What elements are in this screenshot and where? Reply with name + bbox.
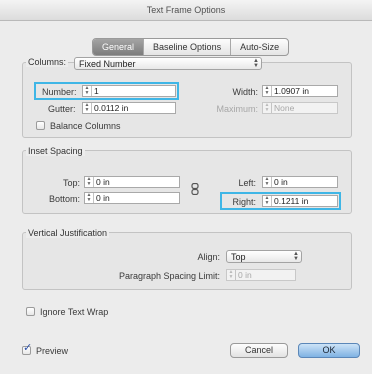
ok-button[interactable]: OK [298,343,360,358]
paragraph-spacing-label: Paragraph Spacing Limit: [118,271,220,281]
bottom-value: 0 in [96,193,110,203]
ignore-text-wrap-label: Ignore Text Wrap [40,307,109,317]
top-label: Top: [62,178,80,188]
width-value: 1.0907 in [274,86,309,96]
gutter-value: 0.0112 in [94,103,129,113]
tab-auto-size[interactable]: Auto-Size [231,39,288,55]
top-stepper-icon[interactable]: ▲ ▼ [85,177,94,187]
align-label: Align: [197,252,220,262]
width-field[interactable]: ▲ ▼ 1.0907 in [262,85,338,97]
right-highlight [220,192,341,210]
columns-type-select[interactable]: Fixed Number ▲ ▼ [74,57,262,70]
tab-general[interactable]: General [93,39,145,55]
columns-label: Columns: [26,57,69,67]
bottom-stepper-icon[interactable]: ▲ ▼ [85,193,94,203]
columns-type-value: Fixed Number [79,58,136,69]
paragraph-spacing-field: ▲ ▼ 0 in [226,269,296,281]
paragraph-spacing-stepper-icon: ▲ ▼ [227,270,236,280]
left-value: 0 in [274,177,288,187]
chain-link-icon[interactable] [190,182,200,196]
gutter-stepper-icon[interactable]: ▲ ▼ [83,103,92,113]
checkmark-icon: ✓ [23,342,33,354]
select-arrows-icon: ▲ ▼ [253,57,259,69]
preview-checkbox[interactable]: ✓ [22,342,33,355]
ignore-text-wrap-checkbox[interactable] [26,307,35,316]
left-stepper-icon[interactable]: ▲ ▼ [263,177,272,187]
align-select[interactable]: Top ▲ ▼ [226,250,302,263]
paragraph-spacing-value: 0 in [238,270,252,280]
preview-label: Preview [36,346,69,356]
bottom-field[interactable]: ▲ ▼ 0 in [84,192,180,204]
maximum-value: None [274,103,295,113]
select-arrows-icon: ▲ ▼ [293,250,299,262]
title-bar: Text Frame Options [0,0,372,21]
align-value: Top [231,251,246,262]
left-label: Left: [238,178,256,188]
maximum-field: ▲ ▼ None [262,102,338,114]
number-highlight [34,82,179,100]
maximum-stepper-icon: ▲ ▼ [263,103,272,113]
width-label: Width: [232,87,258,97]
vertical-justification-label: Vertical Justification [26,228,110,238]
bottom-label: Bottom: [48,194,80,204]
cancel-button[interactable]: Cancel [230,343,288,358]
width-stepper-icon[interactable]: ▲ ▼ [263,86,272,96]
tab-baseline-options[interactable]: Baseline Options [144,39,232,55]
gutter-field[interactable]: ▲ ▼ 0.0112 in [82,102,176,114]
maximum-label: Maximum: [216,104,258,114]
balance-columns-checkbox[interactable] [36,121,45,130]
inset-spacing-label: Inset Spacing [26,146,85,156]
tab-bar: General Baseline Options Auto-Size [92,38,290,56]
top-value: 0 in [96,177,110,187]
top-field[interactable]: ▲ ▼ 0 in [84,176,180,188]
left-field[interactable]: ▲ ▼ 0 in [262,176,338,188]
gutter-label: Gutter: [48,104,76,114]
balance-columns-label: Balance Columns [50,121,121,131]
window-title: Text Frame Options [146,5,226,15]
